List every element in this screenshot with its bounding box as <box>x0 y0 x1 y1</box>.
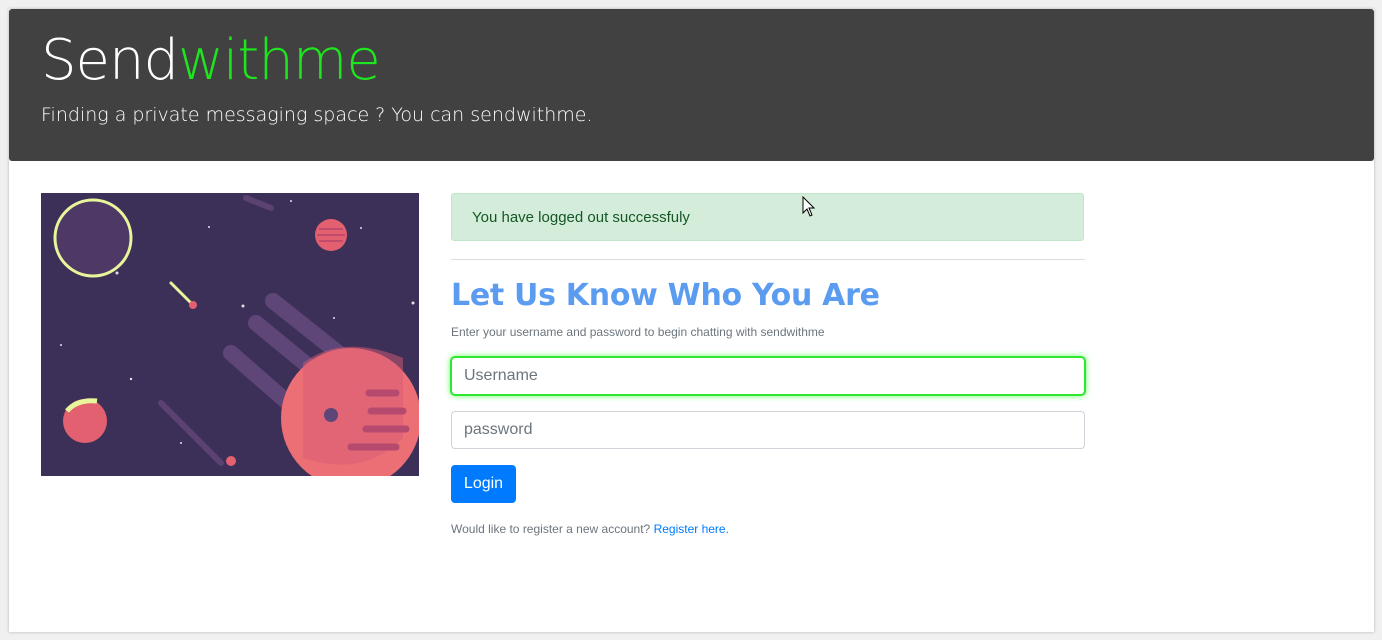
divider <box>451 259 1085 260</box>
register-link[interactable]: Register here. <box>654 522 729 536</box>
brand-title: Sendwithme <box>41 28 381 93</box>
brand-accent: withme <box>178 28 381 93</box>
hero-space-illustration <box>41 193 419 476</box>
register-prompt-text: Would like to register a new account? <box>451 522 651 536</box>
header-jumbotron: Sendwithme Finding a private messaging s… <box>9 9 1374 161</box>
register-prompt: Would like to register a new account? Re… <box>451 521 729 537</box>
login-button[interactable]: Login <box>451 465 516 503</box>
password-input[interactable] <box>451 411 1085 449</box>
login-subtext: Enter your username and password to begi… <box>451 325 825 339</box>
page: Sendwithme Finding a private messaging s… <box>9 9 1374 632</box>
brand-prefix: Send <box>41 28 179 93</box>
logout-success-alert: You have logged out successfuly <box>451 193 1084 241</box>
mouse-cursor-icon <box>802 196 816 217</box>
tagline: Finding a private messaging space ? You … <box>41 104 593 126</box>
username-input[interactable] <box>451 357 1085 395</box>
login-heading: Let Us Know Who You Are <box>451 278 880 313</box>
